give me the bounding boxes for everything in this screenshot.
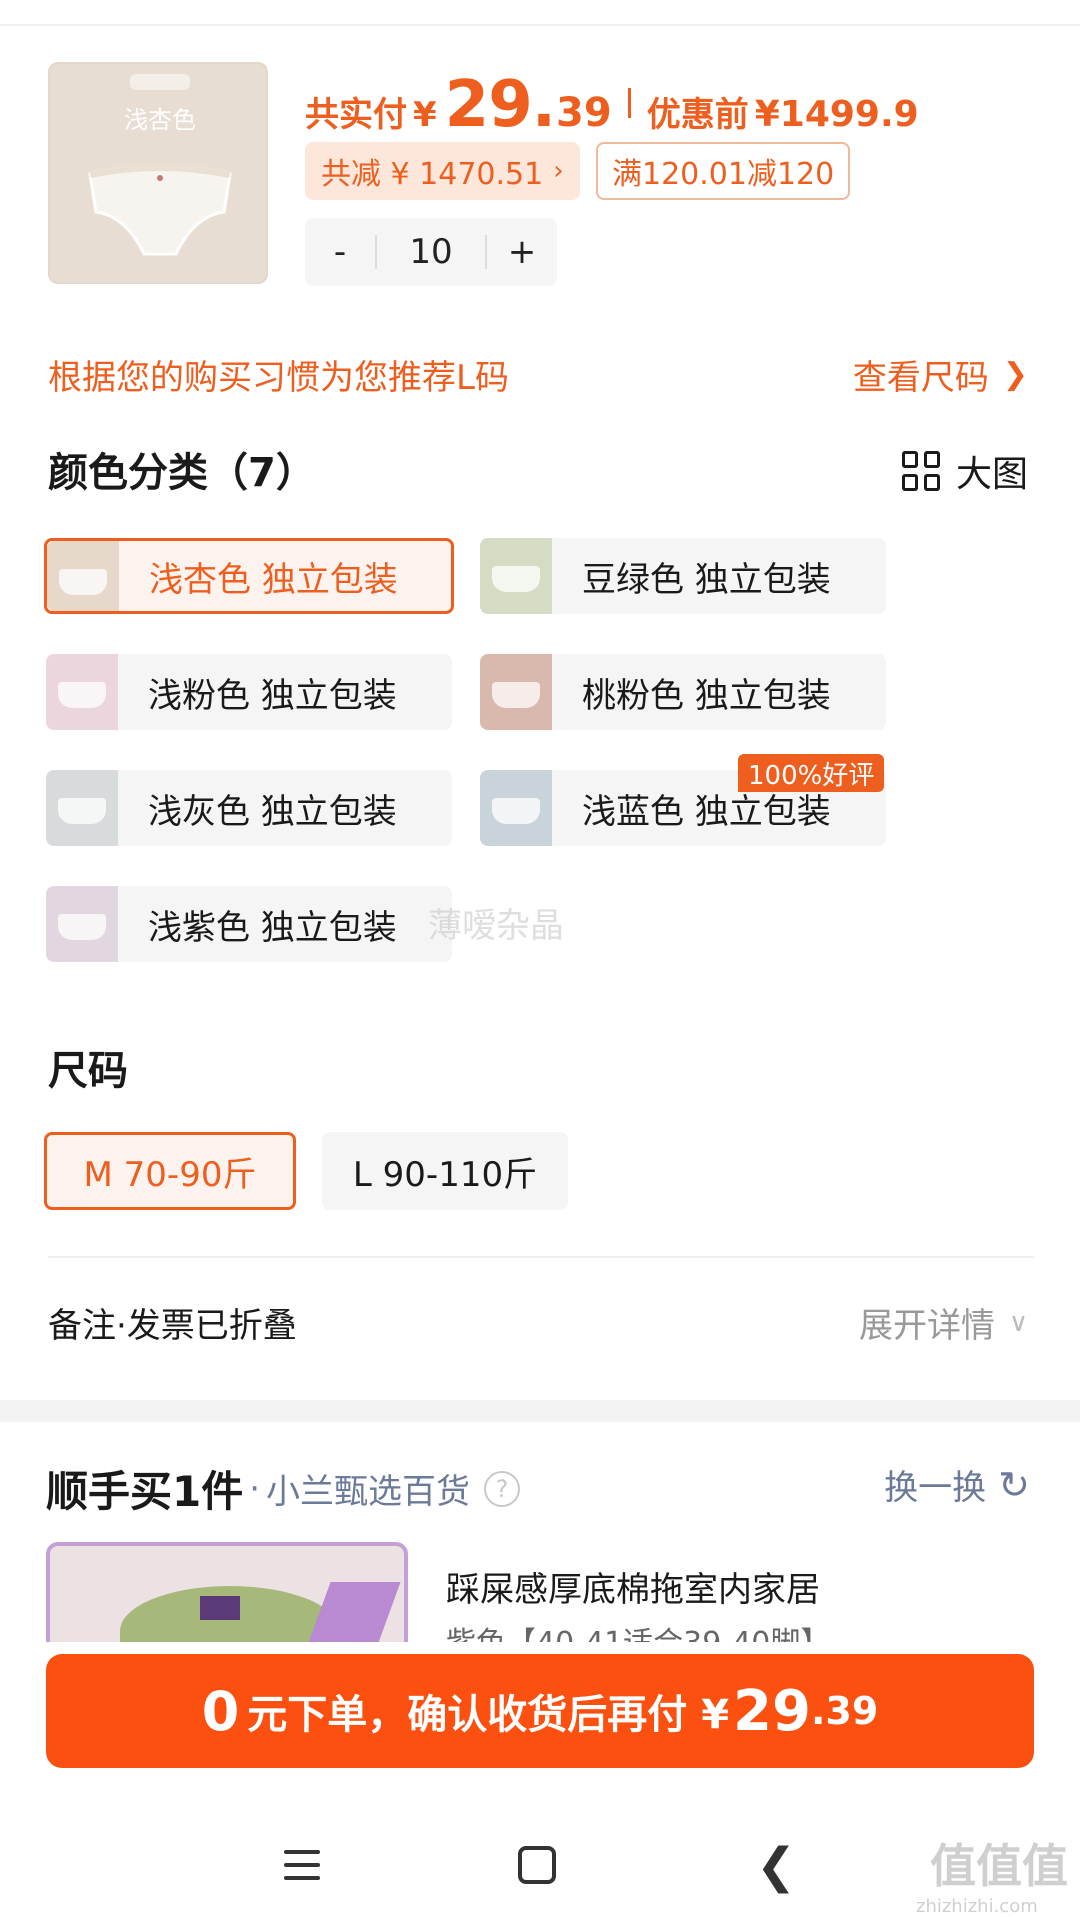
slipper-tag bbox=[200, 1596, 240, 1620]
color-option-label: 浅灰色 独立包装 bbox=[148, 791, 397, 832]
menu-icon[interactable] bbox=[284, 1850, 320, 1880]
color-option[interactable]: 桃粉色 独立包装 bbox=[480, 654, 886, 730]
chevron-right-icon: ❯ bbox=[1002, 357, 1028, 392]
addon-product-variant: 紫色【40-41适合39-40脚】 bbox=[446, 1618, 830, 1642]
price-row: 共实付 ¥ 29 . 39 优惠前 ¥1499.9 bbox=[305, 68, 919, 142]
color-option-label: 浅紫色 独立包装 bbox=[148, 907, 397, 948]
thumb-tab bbox=[130, 74, 190, 90]
discount-detail-chip[interactable]: 共减 ¥ 1470.51 › bbox=[305, 142, 580, 200]
panty-image bbox=[88, 163, 232, 256]
increment-button[interactable]: + bbox=[487, 232, 557, 272]
cta-zero: 0 bbox=[201, 1679, 240, 1743]
product-thumbnail[interactable]: 浅杏色 bbox=[48, 62, 268, 284]
color-swatch bbox=[46, 770, 118, 846]
addon-brand-title: 顺手买1件 bbox=[46, 1467, 244, 1516]
site-url: zhizhizhi.com bbox=[916, 1896, 1038, 1917]
color-option[interactable]: 浅粉色 独立包装 bbox=[46, 654, 452, 730]
color-swatch bbox=[480, 770, 552, 846]
addon-header: 顺手买1件 · 小兰甄选百货 ? bbox=[46, 1458, 521, 1519]
grid-icon bbox=[901, 451, 942, 491]
size-option-label: M 70-90斤 bbox=[83, 1154, 257, 1195]
site-logo: 值值值 bbox=[930, 1839, 1068, 1893]
color-option[interactable]: 浅紫色 独立包装 bbox=[46, 886, 452, 962]
swap-label: 换一换 bbox=[884, 1468, 987, 1508]
before-discount-label: 优惠前 bbox=[646, 95, 749, 135]
price-decimal: 39 bbox=[556, 90, 612, 136]
pay-label: 共实付 bbox=[305, 95, 407, 135]
quantity-value[interactable]: 10 bbox=[377, 232, 485, 272]
addon-dot: · bbox=[249, 1468, 261, 1509]
rating-badge: 100%好评 bbox=[738, 754, 885, 792]
coupon-label: 满120.01减120 bbox=[612, 157, 835, 192]
color-option-label: 桃粉色 独立包装 bbox=[582, 675, 831, 716]
cta-text: 元下单，确认收货后再付 ¥ bbox=[247, 1692, 730, 1738]
view-size-chart-link[interactable]: 查看尺码 ❯ bbox=[853, 350, 1028, 399]
color-option[interactable]: 浅杏色 独立包装 bbox=[44, 538, 454, 614]
decrement-button[interactable]: - bbox=[305, 232, 375, 272]
help-icon[interactable]: ? bbox=[484, 1470, 521, 1507]
color-swatch bbox=[480, 538, 552, 614]
color-swatch bbox=[46, 886, 118, 962]
color-option[interactable]: 豆绿色 独立包装 bbox=[480, 538, 886, 614]
color-option-label: 浅杏色 独立包装 bbox=[149, 559, 398, 600]
big-image-label: 大图 bbox=[955, 454, 1028, 495]
currency-symbol: ¥ bbox=[413, 95, 437, 135]
cta-price-decimal: .39 bbox=[810, 1689, 879, 1733]
expand-details-label: 展开详情 bbox=[858, 1306, 995, 1346]
color-swatch bbox=[46, 654, 118, 730]
cta-price-integer: 29 bbox=[733, 1678, 811, 1744]
color-swatch bbox=[47, 541, 119, 611]
section-divider bbox=[48, 1256, 1034, 1258]
color-section-title: 颜色分类（7） bbox=[48, 450, 316, 496]
expand-details-button[interactable]: 展开详情 ∨ bbox=[859, 1298, 1028, 1347]
addon-product-name[interactable]: 踩屎感厚底棉拖室内家居 bbox=[446, 1562, 820, 1611]
big-image-toggle[interactable]: 大图 bbox=[901, 445, 1028, 497]
color-swatch bbox=[480, 654, 552, 730]
top-divider bbox=[0, 24, 1080, 26]
price-dot: . bbox=[531, 68, 557, 142]
refresh-icon: ↻ bbox=[998, 1462, 1030, 1507]
home-icon[interactable] bbox=[518, 1846, 556, 1884]
size-option-label: L 90-110斤 bbox=[352, 1154, 538, 1195]
addon-product-image[interactable] bbox=[46, 1542, 408, 1642]
notes-invoice-label: 备注·发票已折叠 bbox=[48, 1306, 297, 1346]
size-link-label: 查看尺码 bbox=[852, 358, 989, 398]
price-separator bbox=[627, 88, 631, 118]
watermark-text: 薄嗳杂晶 bbox=[428, 906, 564, 946]
size-section-title: 尺码 bbox=[48, 1048, 128, 1094]
before-discount-price: ¥1499.9 bbox=[754, 94, 919, 135]
discount-detail-label: 共减 ¥ 1470.51 bbox=[321, 157, 544, 192]
price-integer: 29 bbox=[444, 68, 533, 142]
submit-order-button[interactable]: 0 元下单，确认收货后再付 ¥ 29 .39 bbox=[46, 1654, 1034, 1768]
thumbnail-label: 浅杏色 bbox=[124, 106, 196, 134]
color-option-label: 豆绿色 独立包装 bbox=[582, 559, 831, 600]
size-option[interactable]: M 70-90斤 bbox=[44, 1132, 296, 1210]
addon-store-name: 小兰甄选百货 bbox=[266, 1472, 471, 1512]
chevron-down-icon: ∨ bbox=[1008, 1307, 1028, 1338]
color-option[interactable]: 浅灰色 独立包装 bbox=[46, 770, 452, 846]
size-option[interactable]: L 90-110斤 bbox=[322, 1132, 568, 1210]
color-option-label: 浅粉色 独立包装 bbox=[148, 675, 397, 716]
back-icon[interactable]: ❮ bbox=[756, 1838, 796, 1894]
size-recommendation: 根据您的购买习惯为您推荐L码 bbox=[48, 358, 509, 398]
coupon-chip[interactable]: 满120.01减120 bbox=[596, 142, 851, 200]
swap-button[interactable]: 换一换 ↻ bbox=[884, 1460, 1030, 1509]
section-separator bbox=[0, 1400, 1080, 1422]
system-nav-bar: ❮ 值值值 zhizhizhi.com bbox=[0, 1800, 1080, 1930]
quantity-stepper: - 10 + bbox=[305, 218, 557, 286]
chevron-right-icon: › bbox=[553, 156, 564, 186]
